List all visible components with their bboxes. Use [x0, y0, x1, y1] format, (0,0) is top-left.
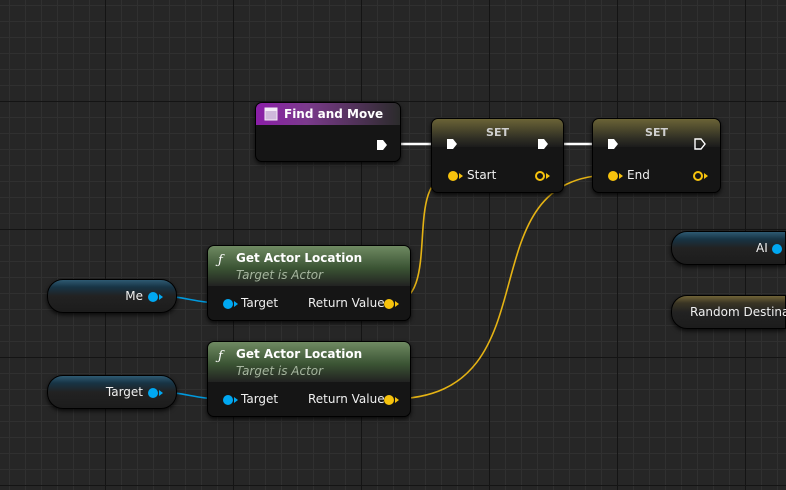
function-icon: ƒ [218, 253, 223, 268]
end-input-pin[interactable] [608, 171, 618, 181]
node-title: Find and Move [284, 107, 384, 121]
pin-arrow-icon [619, 173, 623, 179]
node-subtitle: Target is Actor [236, 268, 324, 282]
ai-output-pin[interactable] [772, 244, 782, 254]
event-icon [264, 107, 278, 121]
variable-node-random-destination[interactable]: Random Destinati [671, 295, 786, 329]
target-input-pin[interactable] [223, 395, 233, 405]
get-actor-location-node-1[interactable]: ƒ Get Actor Location Target is Actor Tar… [207, 245, 411, 321]
pin-arrow-icon [234, 397, 238, 403]
start-output-pin[interactable] [535, 171, 545, 181]
target-input-pin[interactable] [223, 299, 233, 309]
variable-node-ai[interactable]: AI [671, 231, 786, 265]
pin-arrow-icon [704, 173, 708, 179]
exec-out-pin[interactable] [537, 138, 549, 150]
set-start-node[interactable]: SET Start [431, 118, 564, 193]
exec-in-pin[interactable] [607, 138, 619, 150]
pin-label-return-value: Return Value [308, 296, 385, 310]
pin-arrow-icon [395, 301, 399, 307]
pin-arrow-icon [395, 397, 399, 403]
node-title: Get Actor Location [236, 251, 363, 265]
end-output-pin[interactable] [693, 171, 703, 181]
pin-arrow-icon [159, 294, 163, 300]
variable-label-random-destination: Random Destinati [690, 305, 786, 319]
start-input-pin[interactable] [448, 171, 458, 181]
pin-label-end: End [627, 168, 650, 182]
pin-arrow-icon [546, 173, 550, 179]
pin-label-target: Target [241, 296, 279, 310]
variable-label-target: Target [105, 385, 143, 399]
target-output-pin[interactable] [148, 388, 158, 398]
variable-node-target[interactable]: Target [47, 375, 177, 409]
exec-out-pin[interactable] [376, 139, 388, 151]
pin-label-start: Start [467, 168, 497, 182]
event-node-find-and-move[interactable]: Find and Move [255, 102, 401, 162]
variable-node-me[interactable]: Me [47, 279, 177, 313]
me-output-pin[interactable] [148, 292, 158, 302]
variable-label-me: Me [125, 289, 143, 303]
wire-return-to-end [390, 174, 613, 400]
pin-label-return-value: Return Value [308, 392, 385, 406]
return-value-output-pin[interactable] [384, 299, 394, 309]
pin-arrow-icon [459, 173, 463, 179]
node-title: Get Actor Location [236, 347, 363, 361]
return-value-output-pin[interactable] [384, 395, 394, 405]
pin-label-target: Target [241, 392, 279, 406]
variable-label-ai: AI [756, 241, 768, 255]
exec-out-pin[interactable] [694, 138, 706, 150]
pin-arrow-icon [234, 301, 238, 307]
set-end-node[interactable]: SET End [592, 118, 721, 193]
get-actor-location-node-2[interactable]: ƒ Get Actor Location Target is Actor Tar… [207, 341, 411, 417]
exec-in-pin[interactable] [446, 138, 458, 150]
pin-arrow-icon [159, 390, 163, 396]
function-icon: ƒ [218, 349, 223, 364]
node-subtitle: Target is Actor [236, 364, 324, 378]
